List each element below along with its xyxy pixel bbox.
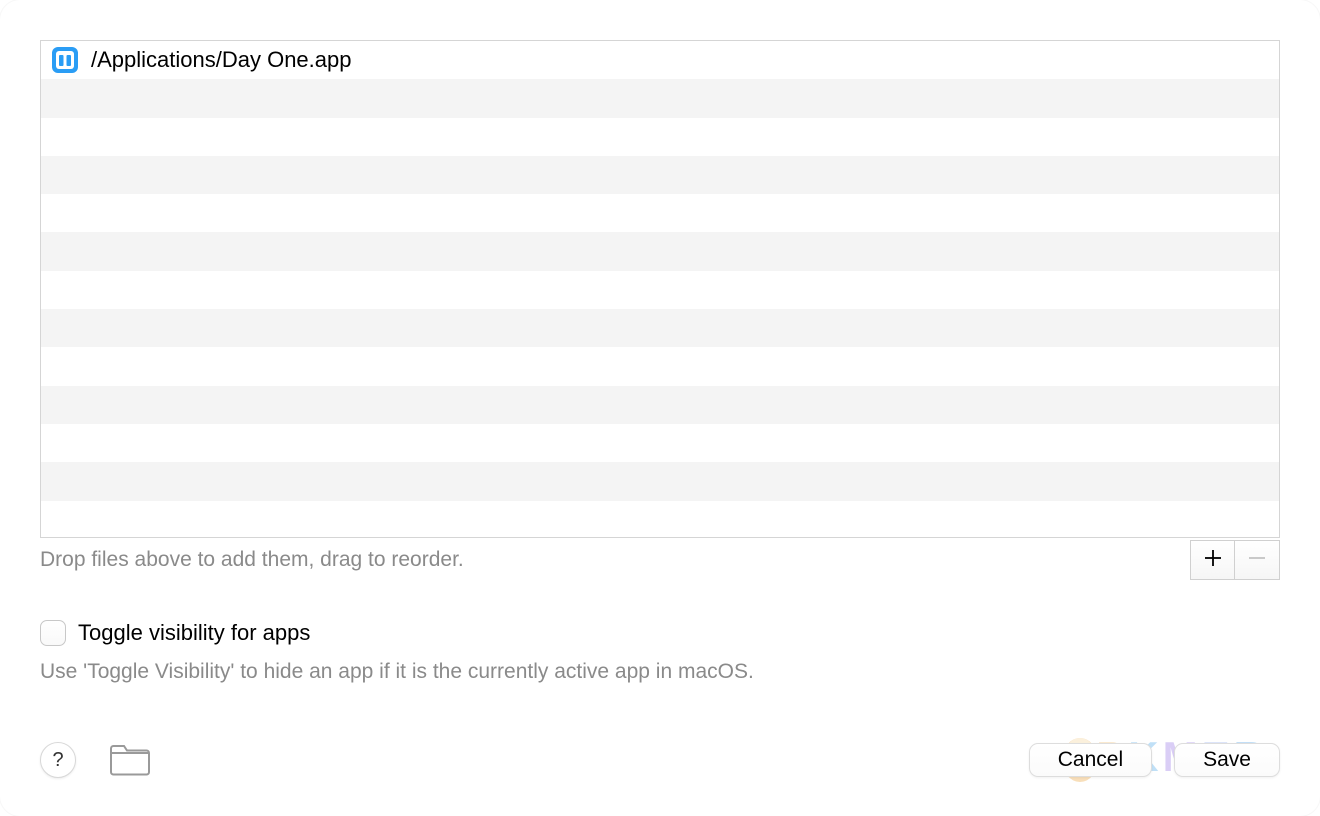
footer-right: Cancel Save — [1029, 743, 1280, 777]
file-row[interactable]: /Applications/Day One.app — [41, 41, 1279, 79]
file-row-empty[interactable] — [41, 501, 1279, 538]
toggle-visibility-row: Toggle visibility for apps — [40, 620, 1280, 646]
file-row-empty[interactable] — [41, 118, 1279, 156]
plus-icon — [1204, 547, 1222, 573]
file-row-empty[interactable] — [41, 194, 1279, 232]
file-row-empty[interactable] — [41, 424, 1279, 462]
remove-button[interactable] — [1235, 541, 1279, 579]
file-row-empty[interactable] — [41, 79, 1279, 117]
file-row-empty[interactable] — [41, 156, 1279, 194]
add-button[interactable] — [1191, 541, 1235, 579]
drop-hint-text: Drop files above to add them, drag to re… — [40, 540, 464, 572]
toggle-visibility-description: Use 'Toggle Visibility' to hide an app i… — [40, 660, 1280, 684]
folder-button[interactable] — [108, 743, 152, 777]
file-row-empty[interactable] — [41, 232, 1279, 270]
toggle-visibility-checkbox[interactable] — [40, 620, 66, 646]
day-one-app-icon — [51, 46, 79, 74]
list-controls-row: Drop files above to add them, drag to re… — [40, 540, 1280, 580]
toggle-visibility-label: Toggle visibility for apps — [78, 620, 310, 646]
file-path-label: /Applications/Day One.app — [91, 47, 352, 73]
cancel-button[interactable]: Cancel — [1029, 743, 1152, 777]
file-list[interactable]: /Applications/Day One.app — [40, 40, 1280, 538]
dialog-window: /Applications/Day One.app Drop files abo… — [0, 0, 1320, 816]
folder-icon — [108, 742, 152, 779]
footer-left: ? — [40, 742, 152, 778]
add-remove-group — [1190, 540, 1280, 580]
help-icon: ? — [52, 749, 63, 772]
file-row-empty[interactable] — [41, 462, 1279, 500]
help-button[interactable]: ? — [40, 742, 76, 778]
file-row-empty[interactable] — [41, 271, 1279, 309]
file-row-empty[interactable] — [41, 386, 1279, 424]
file-row-empty[interactable] — [41, 309, 1279, 347]
minus-icon — [1248, 547, 1266, 573]
footer-row: ? Cancel Save — [40, 742, 1280, 778]
file-row-empty[interactable] — [41, 347, 1279, 385]
save-button[interactable]: Save — [1174, 743, 1280, 777]
